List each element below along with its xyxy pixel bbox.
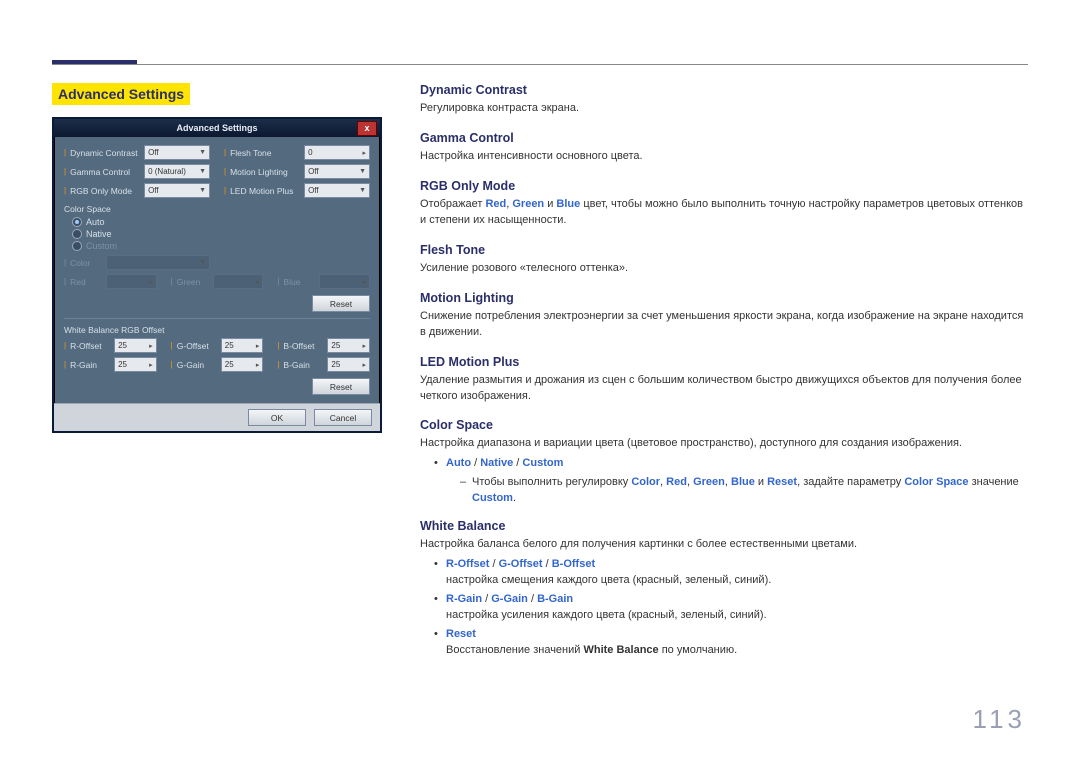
header-separator bbox=[52, 64, 1028, 65]
advanced-settings-dialog: Advanced Settings x |Dynamic Contrast Of… bbox=[52, 117, 382, 433]
blue-select: ▸ bbox=[319, 274, 370, 289]
desc-dynamic-contrast: Dynamic Contrast Регулировка контраста э… bbox=[420, 83, 1028, 117]
led-motion-plus-select[interactable]: Off▼ bbox=[304, 183, 370, 198]
field-label: Dynamic Contrast bbox=[70, 148, 140, 158]
wb-gain-bullet: R-Gain / G-Gain / B-Gain настройка усиле… bbox=[434, 592, 1028, 624]
field-label: RGB Only Mode bbox=[70, 186, 140, 196]
desc-color-space: Color Space Настройка диапазона и вариац… bbox=[420, 418, 1028, 507]
rgb-only-mode-select[interactable]: Off▼ bbox=[144, 183, 210, 198]
ok-button[interactable]: OK bbox=[248, 409, 306, 426]
b-gain-select[interactable]: 25▸ bbox=[327, 357, 370, 372]
section-title: Advanced Settings bbox=[52, 83, 190, 105]
color-space-header: Color Space bbox=[64, 204, 370, 214]
color-space-native[interactable]: Native bbox=[72, 229, 370, 239]
r-offset-select[interactable]: 25▸ bbox=[114, 338, 157, 353]
b-offset-select[interactable]: 25▸ bbox=[327, 338, 370, 353]
green-select: ▸ bbox=[213, 274, 264, 289]
desc-led-motion-plus: LED Motion Plus Удаление размытия и дрож… bbox=[420, 355, 1028, 405]
cancel-button[interactable]: Cancel bbox=[314, 409, 372, 426]
dynamic-contrast-select[interactable]: Off▼ bbox=[144, 145, 210, 160]
field-label: Motion Lighting bbox=[230, 167, 300, 177]
desc-rgb-only-mode: RGB Only Mode Отображает Red, Green и Bl… bbox=[420, 179, 1028, 229]
dialog-title: Advanced Settings bbox=[176, 123, 257, 133]
color-space-custom[interactable]: Custom bbox=[72, 241, 370, 251]
desc-flesh-tone: Flesh Tone Усиление розового «телесного … bbox=[420, 243, 1028, 277]
field-label: LED Motion Plus bbox=[230, 186, 300, 196]
field-label: Flesh Tone bbox=[230, 148, 300, 158]
motion-lighting-select[interactable]: Off▼ bbox=[304, 164, 370, 179]
white-balance-header: White Balance RGB Offset bbox=[64, 325, 370, 335]
color-space-options: Auto / Native / Custom Чтобы выполнить р… bbox=[434, 456, 1028, 507]
color-space-note: Чтобы выполнить регулировку Color, Red, … bbox=[460, 475, 1028, 507]
color-space-reset-button[interactable]: Reset bbox=[312, 295, 370, 312]
wb-offset-bullet: R-Offset / G-Offset / B-Offset настройка… bbox=[434, 557, 1028, 589]
dialog-titlebar: Advanced Settings x bbox=[54, 119, 380, 137]
desc-gamma-control: Gamma Control Настройка интенсивности ос… bbox=[420, 131, 1028, 165]
red-select: ▸ bbox=[106, 274, 157, 289]
white-balance-reset-button[interactable]: Reset bbox=[312, 378, 370, 395]
desc-motion-lighting: Motion Lighting Снижение потребления эле… bbox=[420, 291, 1028, 341]
wb-reset-bullet: Reset Восстановление значений White Bala… bbox=[434, 627, 1028, 659]
color-select: ▼ bbox=[106, 255, 210, 270]
field-label: Gamma Control bbox=[70, 167, 140, 177]
flesh-tone-select[interactable]: 0▸ bbox=[304, 145, 370, 160]
g-offset-select[interactable]: 25▸ bbox=[221, 338, 264, 353]
r-gain-select[interactable]: 25▸ bbox=[114, 357, 157, 372]
g-gain-select[interactable]: 25▸ bbox=[221, 357, 264, 372]
page-number: 113 bbox=[973, 704, 1026, 735]
close-icon[interactable]: x bbox=[357, 121, 377, 136]
color-space-auto[interactable]: Auto bbox=[72, 217, 370, 227]
gamma-control-select[interactable]: 0 (Natural)▼ bbox=[144, 164, 210, 179]
desc-white-balance: White Balance Настройка баланса белого д… bbox=[420, 519, 1028, 659]
